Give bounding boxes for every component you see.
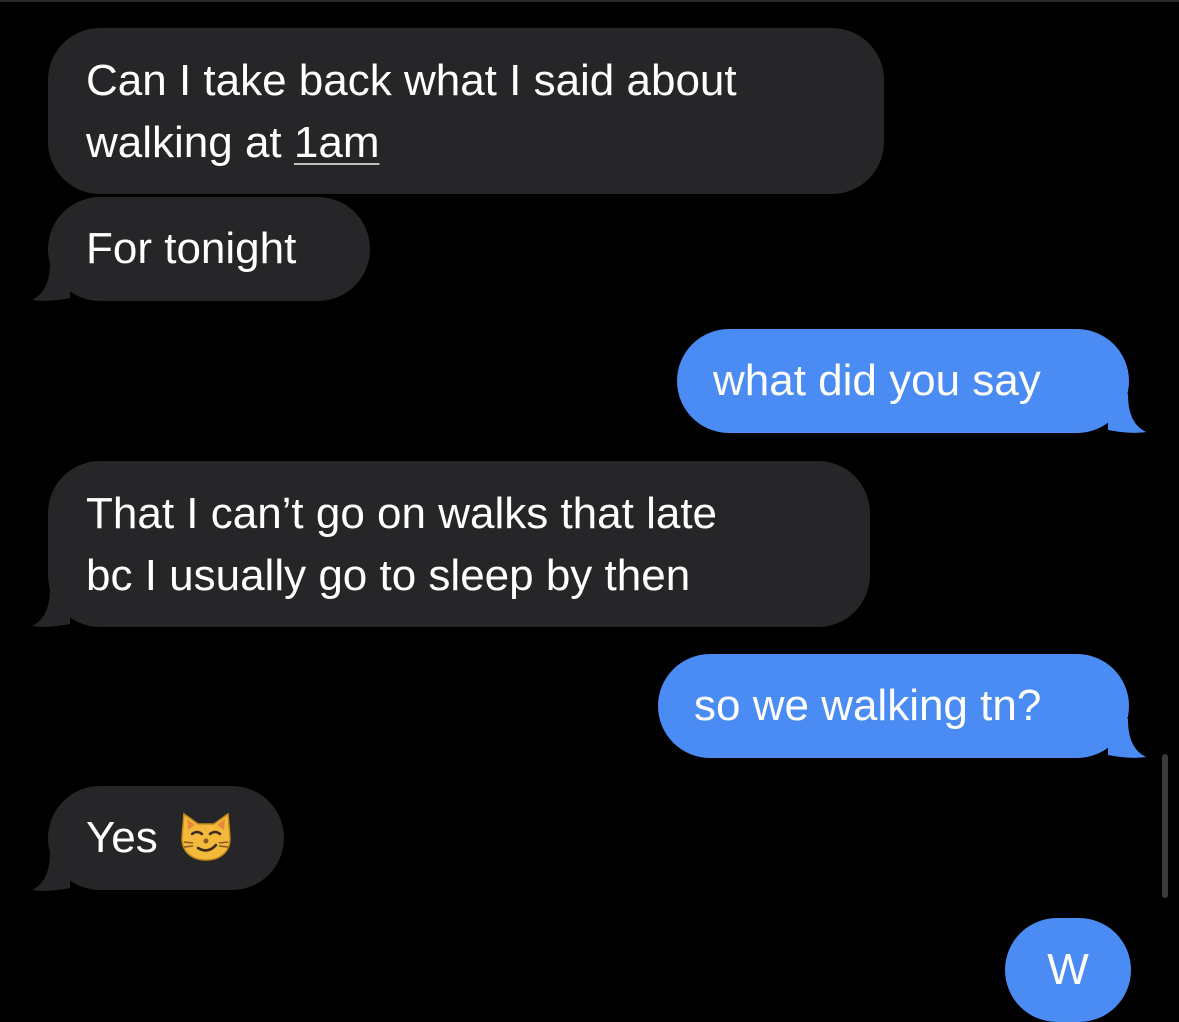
message-text: For tonight — [86, 224, 297, 273]
smirking-cat-emoji-icon — [178, 810, 234, 862]
message-text: so we walking tn? — [694, 681, 1042, 730]
bubble-tail-incoming — [30, 262, 70, 302]
message-bubble-outgoing[interactable]: what did you say — [677, 329, 1129, 433]
message-text-line: That I can’t go on walks that late — [86, 489, 718, 538]
message-bubble-outgoing[interactable]: so we walking tn? — [658, 654, 1129, 758]
top-divider — [0, 0, 1179, 2]
message-text: what did you say — [713, 356, 1041, 405]
message-text-line: bc I usually go to sleep by then — [86, 551, 691, 600]
scrollbar[interactable] — [1162, 754, 1168, 898]
message-text-line: Can I take back what I said about — [86, 56, 737, 105]
message-bubble-incoming[interactable]: That I can’t go on walks that late bc I … — [48, 461, 870, 627]
message-bubble-incoming[interactable]: For tonight — [48, 197, 370, 301]
message-text: W — [1047, 945, 1089, 994]
bubble-tail-outgoing — [1108, 719, 1148, 759]
bubble-tail-outgoing — [1108, 394, 1148, 434]
message-bubble-incoming[interactable]: Yes — [48, 786, 284, 890]
message-bubble-outgoing[interactable]: W — [1005, 918, 1131, 1022]
message-bubble-incoming[interactable]: Can I take back what I said about walkin… — [48, 28, 884, 194]
bubble-tail-incoming — [30, 852, 70, 892]
time-link[interactable]: 1am — [294, 118, 380, 167]
message-text: walking at — [86, 118, 294, 167]
bubble-tail-incoming — [30, 588, 70, 628]
message-text-line: walking at 1am — [86, 112, 846, 174]
message-text: Yes — [86, 813, 158, 862]
